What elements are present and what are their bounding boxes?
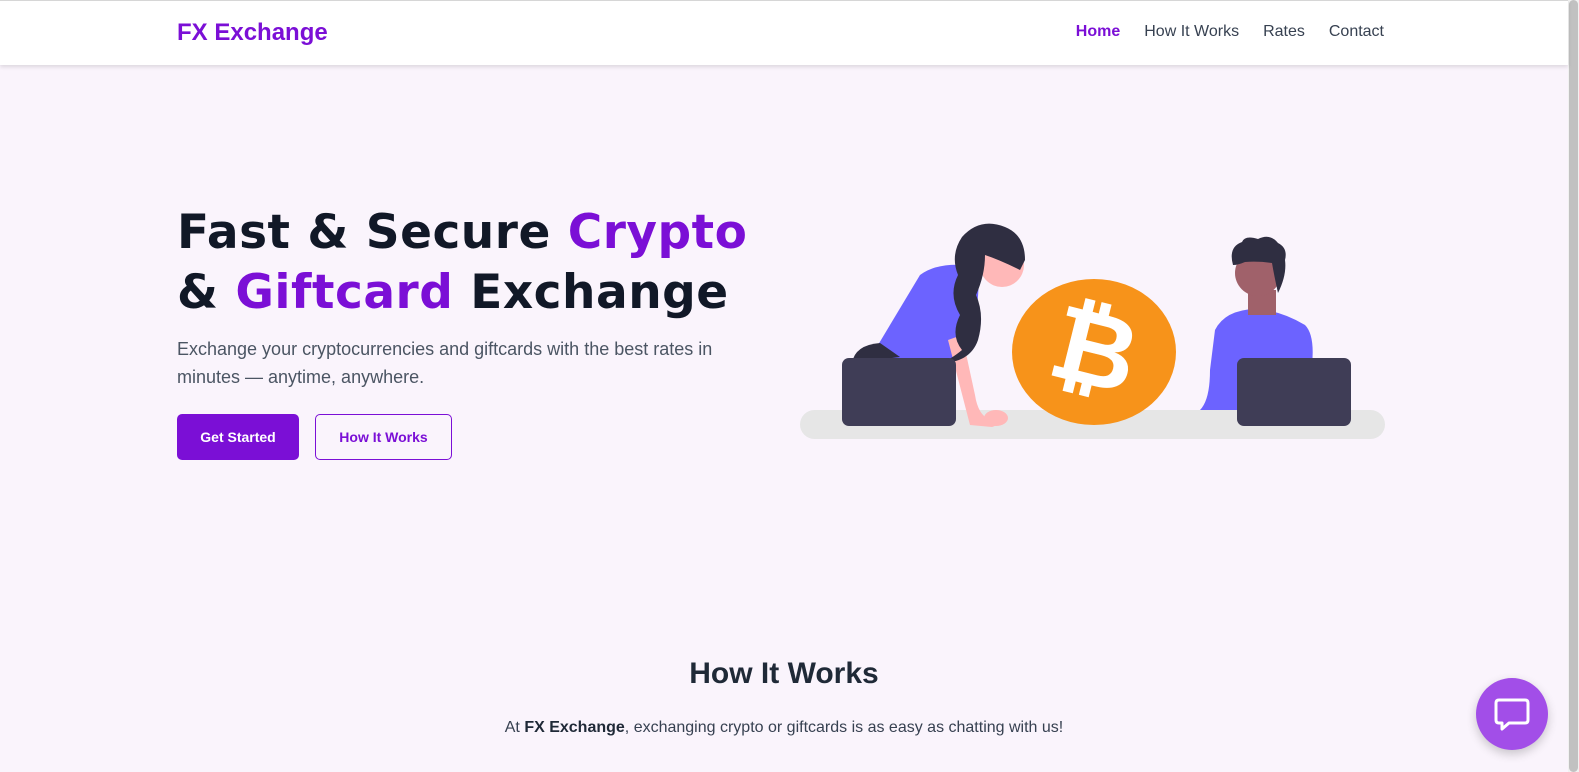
left-laptop <box>842 358 956 426</box>
right-laptop <box>1237 358 1351 426</box>
nav-links: Home How It Works Rates Contact <box>1076 23 1384 41</box>
nav-link-contact[interactable]: Contact <box>1329 23 1384 41</box>
hero-subtitle: Exchange your cryptocurrencies and giftc… <box>177 339 713 387</box>
hero-title-part1: Fast & Secure <box>177 205 568 260</box>
hero-title-part3: Exchange <box>453 265 729 320</box>
get-started-button[interactable]: Get Started <box>177 414 299 460</box>
hero-title: Fast & Secure Crypto & Giftcard Exchange <box>177 203 777 323</box>
page-scrollbar[interactable] <box>1568 0 1579 772</box>
bitcoin-icon: ₿ <box>1012 279 1176 425</box>
hero-title-part2: & <box>177 265 236 320</box>
top-navbar: FX Exchange Home How It Works Rates Cont… <box>0 0 1568 65</box>
hero-title-accent-giftcard: Giftcard <box>235 265 454 320</box>
nav-link-how-it-works[interactable]: How It Works <box>1144 23 1239 41</box>
how-it-works-button[interactable]: How It Works <box>315 414 452 460</box>
hero-illustration: ₿ <box>800 223 1385 439</box>
nav-link-home[interactable]: Home <box>1076 23 1120 41</box>
nav-link-rates[interactable]: Rates <box>1263 23 1305 41</box>
brand-logo[interactable]: FX Exchange <box>177 19 328 47</box>
section-description: At FX Exchange, exchanging crypto or gif… <box>0 719 1568 737</box>
chat-bubble-icon <box>1494 698 1530 731</box>
chat-widget-button[interactable] <box>1476 678 1548 750</box>
section-title: How It Works <box>689 657 879 690</box>
scrollbar-thumb[interactable] <box>1569 0 1578 772</box>
section-text-brand: FX Exchange <box>524 719 625 736</box>
hero-title-accent-crypto: Crypto <box>567 205 748 260</box>
section-text-suffix: , exchanging crypto or giftcards is as e… <box>624 719 1064 736</box>
section-text-prefix: At <box>504 719 525 736</box>
